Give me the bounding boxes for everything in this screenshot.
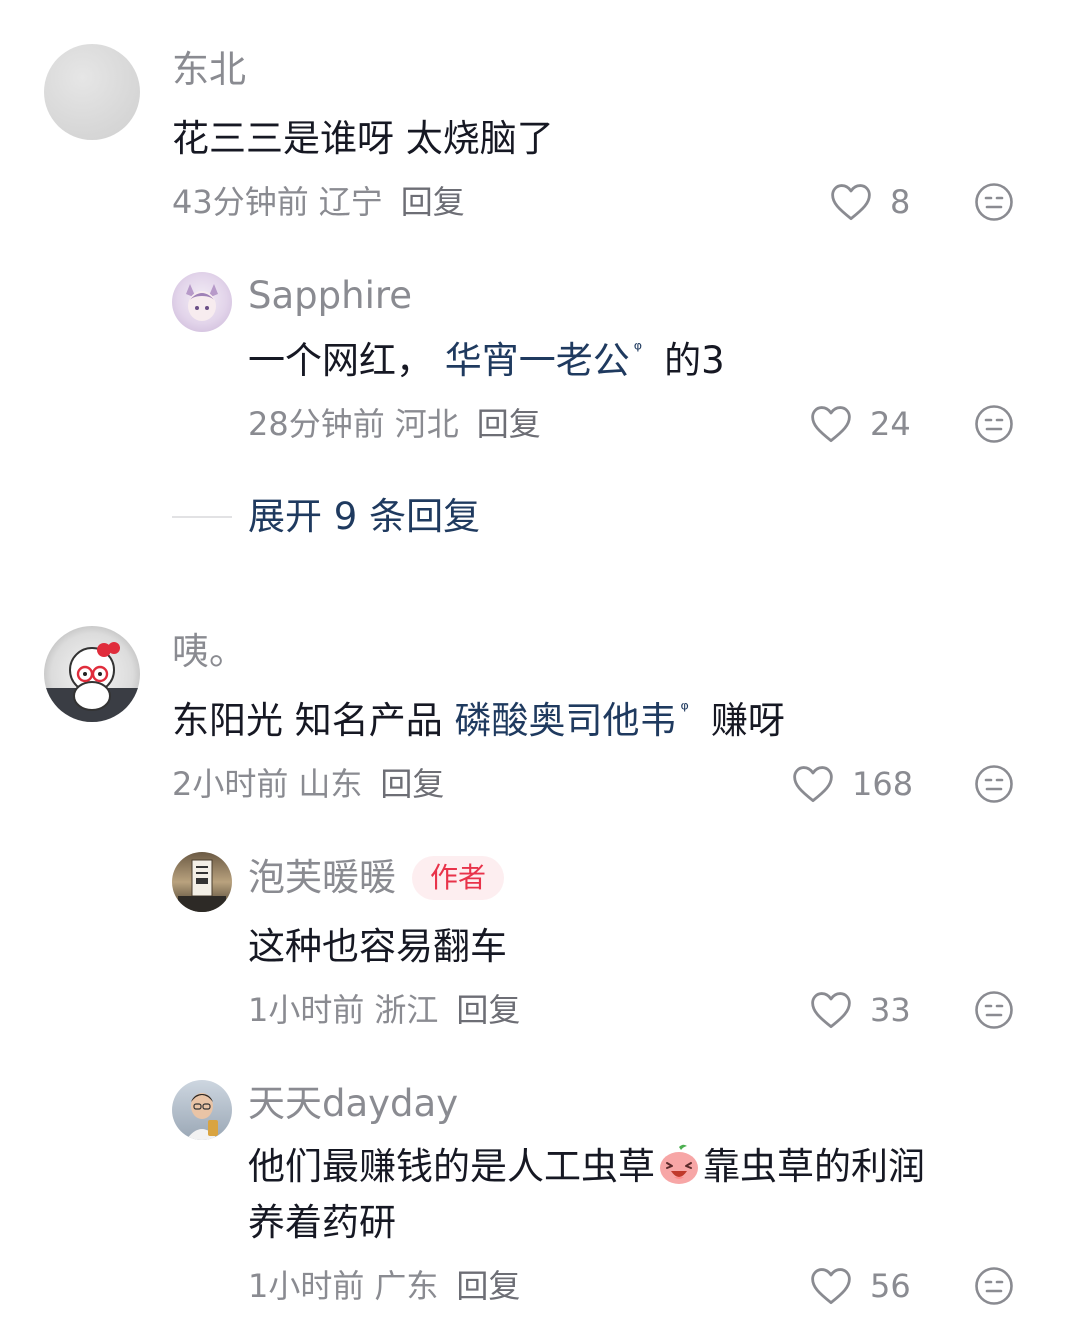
reply-button[interactable]: 回复 [456, 1267, 520, 1305]
like-count: 168 [852, 765, 914, 803]
reply-button[interactable]: 回复 [477, 405, 541, 443]
comment-location: 辽宁 [318, 183, 383, 221]
reply-location: 河北 [394, 405, 459, 443]
expand-replies-label[interactable]: 展开 9 条回复 [248, 494, 480, 540]
comment-location: 山东 [298, 765, 363, 803]
like-button[interactable]: 56 [810, 1264, 911, 1308]
laughing-peach-emoji [660, 1144, 698, 1184]
search-link[interactable]: 华宵一老公 [445, 339, 630, 382]
reply-time: 1小时前 [248, 991, 365, 1029]
heart-outline-icon [793, 766, 833, 803]
like-button[interactable]: 8 [830, 180, 910, 224]
reply-username[interactable]: Sapphire [248, 274, 412, 318]
heart-outline-icon [831, 184, 871, 221]
comment-meta: 2小时前 山东 回复 [172, 764, 454, 804]
like-count: 33 [870, 991, 911, 1029]
comment-username[interactable]: 咦。 [172, 630, 246, 674]
neutral-face-icon[interactable] [974, 1266, 1014, 1306]
author-badge: 作者 [412, 856, 505, 900]
comment-username[interactable]: 东北 [172, 48, 246, 92]
comment-text-suffix: 赚呀 [710, 699, 785, 742]
avatar[interactable] [172, 1080, 232, 1140]
reply-text: 他们最赚钱的是人工虫草 靠虫草的利润 [248, 1140, 925, 1194]
like-button[interactable]: 168 [792, 762, 913, 806]
neutral-face-icon[interactable] [974, 990, 1014, 1030]
comment-time: 2小时前 [172, 765, 289, 803]
reply-meta: 28分钟前 河北 回复 [248, 404, 551, 444]
heart-outline-icon [811, 406, 851, 443]
like-button[interactable]: 24 [810, 402, 911, 446]
neutral-face-icon[interactable] [974, 764, 1014, 804]
comment-text: 花三三是谁呀 太烧脑了 [172, 117, 554, 160]
search-link[interactable]: 磷酸奥司他韦 [455, 699, 677, 742]
reply-location: 浙江 [374, 991, 439, 1029]
comment-time: 43分钟前 [172, 183, 309, 221]
reply-button[interactable]: 回复 [456, 991, 520, 1029]
heart-outline-icon [811, 1268, 851, 1305]
reply-button[interactable]: 回复 [401, 183, 465, 221]
reply-text-suffix: 的3 [664, 339, 725, 382]
like-count: 8 [890, 183, 911, 221]
comment-text-prefix: 东阳光 知名产品 [172, 699, 455, 742]
reply-username-text[interactable]: 泡芙暖暖 [248, 856, 396, 899]
reply-button[interactable]: 回复 [380, 765, 444, 803]
reply-time: 1小时前 [248, 1267, 365, 1305]
search-small-icon[interactable]: ᵠ [681, 694, 689, 724]
avatar[interactable] [172, 852, 232, 912]
reply-text-line1-suffix: 靠虫草的利润 [703, 1145, 925, 1188]
reply-text-line2: 养着药研 [248, 1201, 396, 1244]
reply-meta: 1小时前 浙江 回复 [248, 990, 530, 1030]
search-small-icon[interactable]: ᵠ [634, 334, 642, 364]
avatar[interactable] [44, 44, 140, 140]
reply-text: 一个网红， 华宵一老公 ᵠ 的3 [248, 334, 725, 388]
divider [172, 516, 232, 518]
neutral-face-icon[interactable] [974, 404, 1014, 444]
heart-outline-icon [811, 992, 851, 1029]
reply-meta: 1小时前 广东 回复 [248, 1266, 530, 1306]
avatar-illustration [178, 859, 226, 912]
reply-username[interactable]: 天天dayday [248, 1082, 458, 1126]
avatar-illustration [44, 642, 140, 722]
reply-username: 泡芙暖暖 作者 [248, 856, 505, 900]
comment-text: 东阳光 知名产品 磷酸奥司他韦 ᵠ 赚呀 [172, 694, 785, 748]
neutral-face-icon[interactable] [974, 182, 1014, 222]
avatar-illustration [186, 1093, 218, 1140]
comment-meta: 43分钟前 辽宁 回复 [172, 182, 475, 222]
like-button[interactable]: 33 [810, 988, 911, 1032]
reply-location: 广东 [374, 1267, 439, 1305]
avatar-illustration [186, 284, 218, 321]
like-count: 56 [870, 1267, 911, 1305]
reply-text: 这种也容易翻车 [248, 925, 507, 968]
avatar[interactable] [44, 626, 140, 722]
like-count: 24 [870, 405, 911, 443]
reply-time: 28分钟前 [248, 405, 385, 443]
avatar[interactable] [172, 272, 232, 332]
expand-replies-button[interactable]: 展开 9 条回复 [172, 494, 480, 540]
reply-text-line1: 他们最赚钱的是人工虫草 [248, 1145, 655, 1188]
reply-text-prefix: 一个网红， [248, 339, 433, 382]
